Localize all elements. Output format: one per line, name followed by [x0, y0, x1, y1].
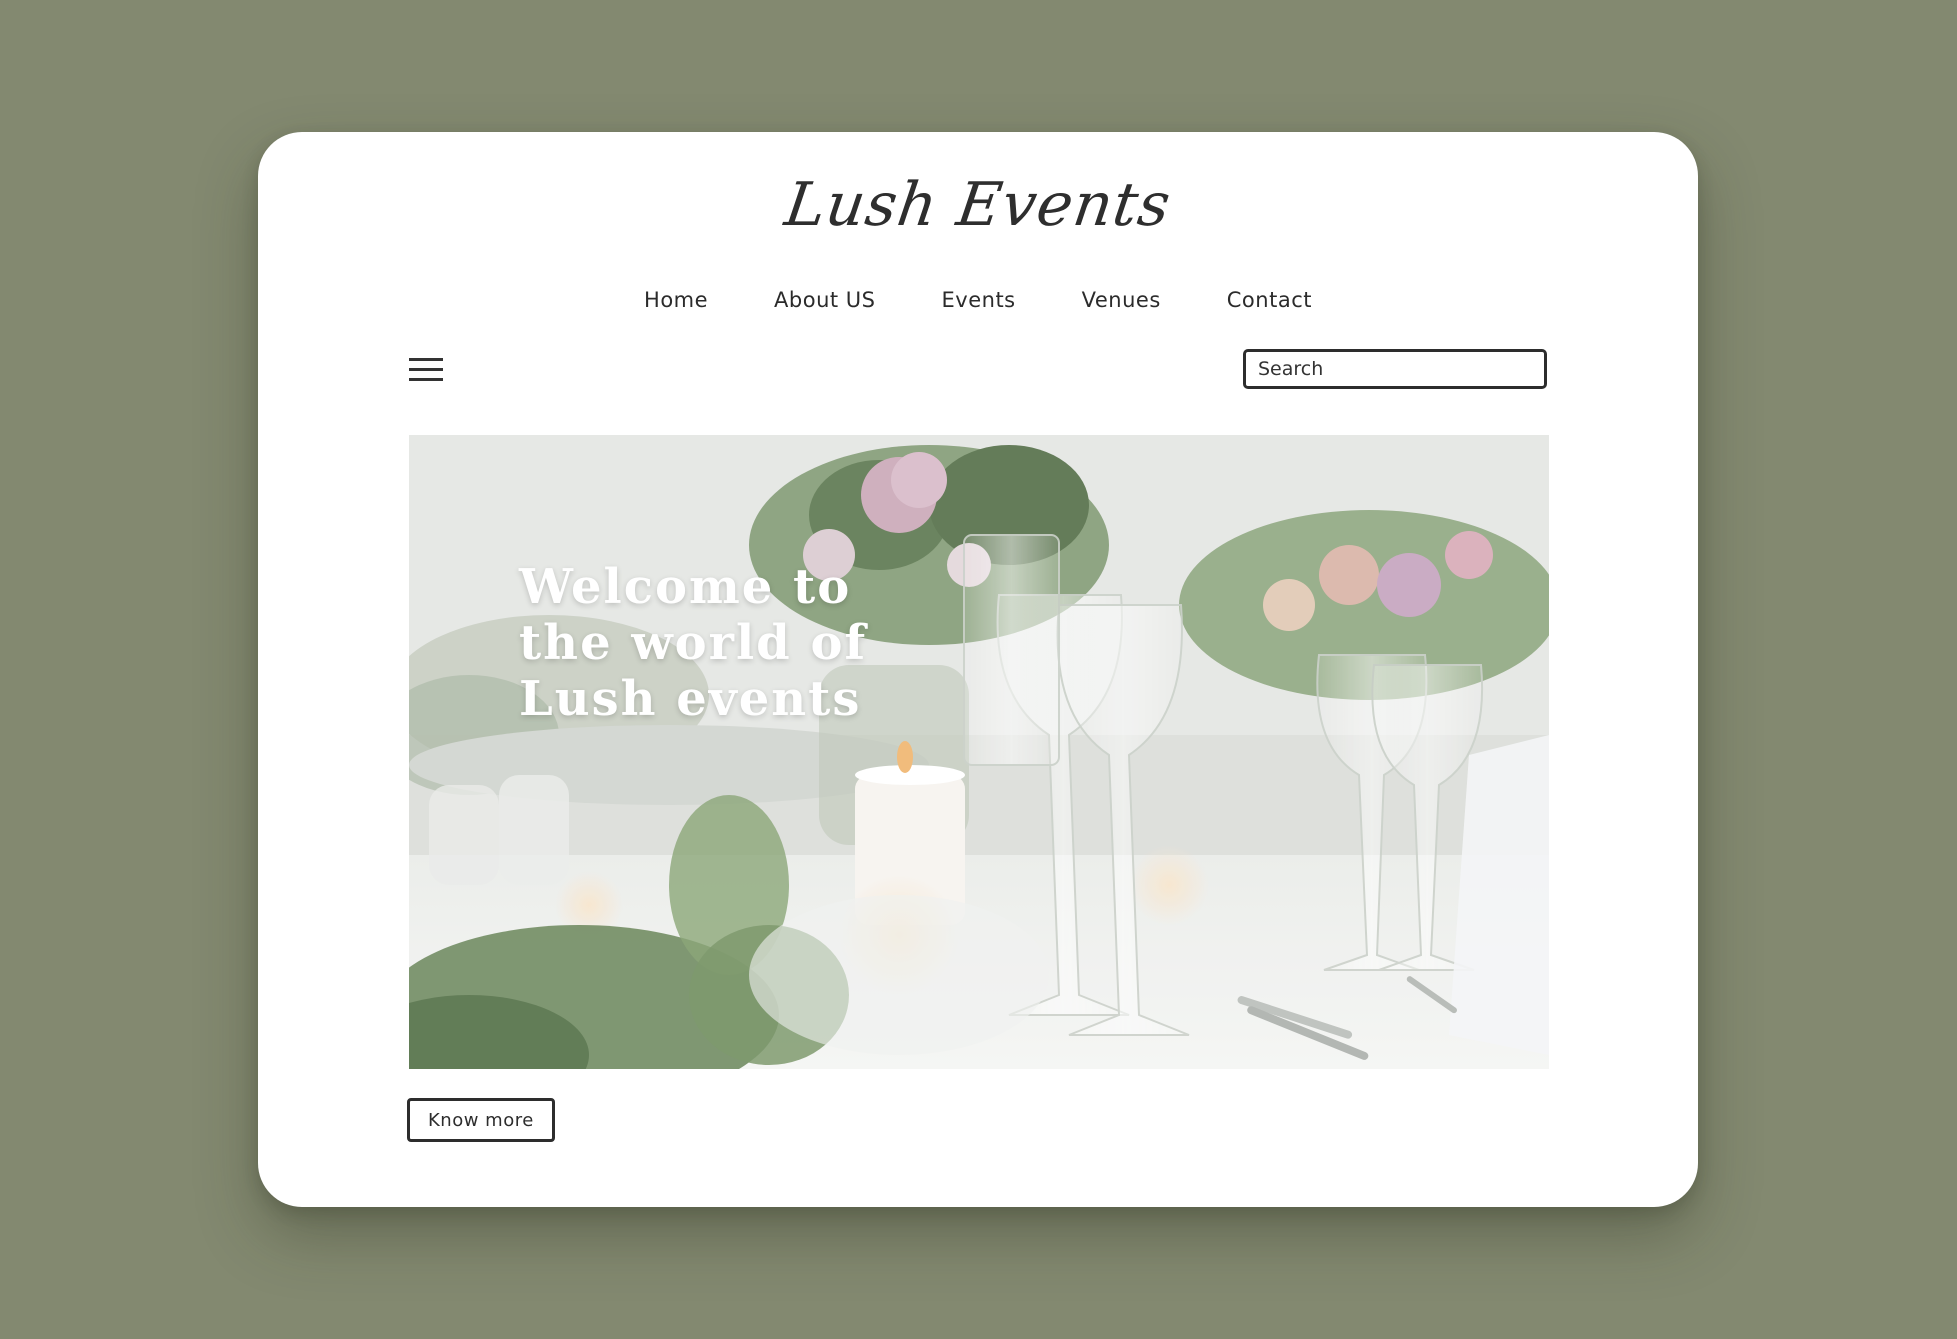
website-card: Lush Events Home About US Events Venues …	[258, 132, 1698, 1207]
nav-item-venues[interactable]: Venues	[1049, 280, 1194, 320]
hamburger-menu-icon[interactable]	[409, 356, 443, 384]
site-logo[interactable]: Lush Events	[253, 170, 1703, 240]
hero-image	[409, 435, 1549, 1069]
main-nav: Home About US Events Venues Contact	[258, 280, 1698, 320]
nav-item-home[interactable]: Home	[611, 280, 741, 320]
nav-item-events[interactable]: Events	[909, 280, 1049, 320]
search-input[interactable]	[1243, 349, 1547, 389]
hero-banner: Welcome to the world of Lush events	[409, 435, 1549, 1069]
hero-title: Welcome to the world of Lush events	[519, 559, 868, 727]
nav-item-about-us[interactable]: About US	[741, 280, 908, 320]
know-more-button[interactable]: Know more	[407, 1098, 555, 1142]
nav-item-contact[interactable]: Contact	[1194, 280, 1345, 320]
